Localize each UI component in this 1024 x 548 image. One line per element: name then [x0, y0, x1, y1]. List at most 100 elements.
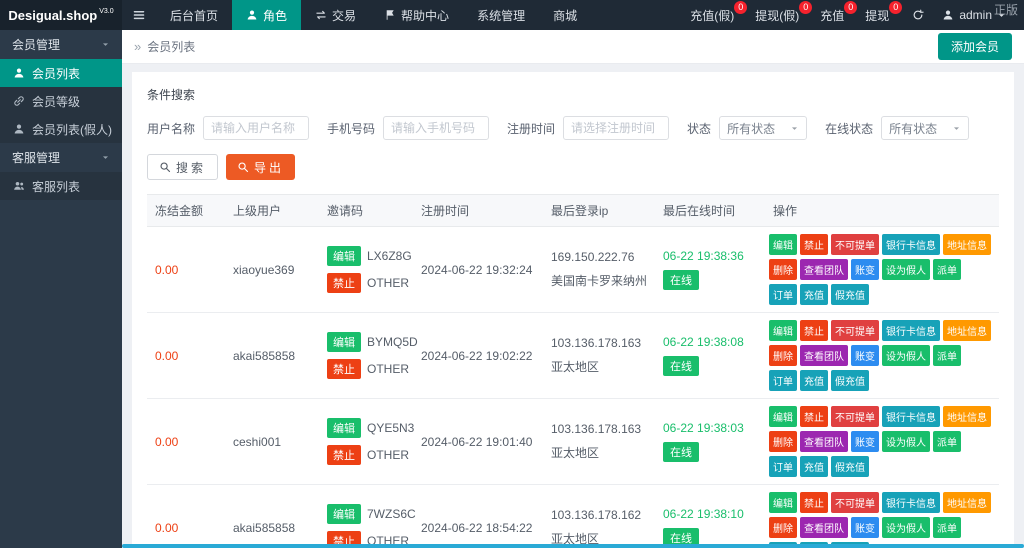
sidebar-item-service-list[interactable]: 客服列表 — [0, 172, 122, 200]
action-view-team-button[interactable]: 查看团队 — [800, 517, 848, 538]
action-orders-button[interactable]: 订单 — [769, 370, 797, 391]
filter-phone: 手机号码 — [327, 116, 489, 140]
invite-edit-button[interactable]: 编辑 — [327, 246, 361, 266]
nav-item-help[interactable]: 帮助中心 — [370, 0, 463, 30]
action-view-team-button[interactable]: 查看团队 — [800, 259, 848, 280]
frozen-amount-cell: 0.00 — [147, 227, 225, 313]
nav-pill-withdraw-fake[interactable]: 提现(假)0 — [747, 0, 812, 30]
action-set-fake-button[interactable]: 设为假人 — [882, 517, 930, 538]
search-button[interactable]: 搜索 — [147, 154, 218, 180]
register-time-cell: 2024-06-22 19:01:40 — [413, 399, 543, 485]
action-balance-change-button[interactable]: 账变 — [851, 345, 879, 366]
action-fake-recharge-button[interactable]: 假充值 — [831, 284, 869, 305]
invite-ban-button[interactable]: 禁止 — [327, 273, 361, 293]
invite-edit-button[interactable]: 编辑 — [327, 504, 361, 524]
action-no-pick-button[interactable]: 不可提单 — [831, 234, 879, 255]
action-recharge-button[interactable]: 充值 — [800, 284, 828, 305]
action-ban-button[interactable]: 禁止 — [800, 320, 828, 341]
notification-badge: 0 — [889, 1, 902, 14]
action-address-info-button[interactable]: 地址信息 — [943, 320, 991, 341]
action-recharge-button[interactable]: 充值 — [800, 456, 828, 477]
sidebar-section-member-management[interactable]: 会员管理 — [0, 30, 122, 59]
last-online-cell: 06-22 19:38:10在线 — [655, 485, 765, 548]
username-input[interactable] — [203, 116, 309, 140]
action-no-pick-button[interactable]: 不可提单 — [831, 320, 879, 341]
nav-item-home[interactable]: 后台首页 — [156, 0, 232, 30]
action-delete-button[interactable]: 删除 — [769, 517, 797, 538]
action-balance-change-button[interactable]: 账变 — [851, 259, 879, 280]
frozen-amount: 0.00 — [155, 435, 178, 449]
sidebar-item-member-list-fake[interactable]: 会员列表(假人) — [0, 115, 122, 143]
action-recharge-button[interactable]: 充值 — [800, 370, 828, 391]
sidebar-section-service-management[interactable]: 客服管理 — [0, 143, 122, 172]
action-delete-button[interactable]: 删除 — [769, 431, 797, 452]
breadcrumb-current[interactable]: 会员列表 — [147, 38, 195, 55]
action-set-fake-button[interactable]: 设为假人 — [882, 345, 930, 366]
export-button[interactable]: 导出 — [226, 154, 295, 180]
action-edit-button[interactable]: 编辑 — [769, 234, 797, 255]
action-fake-recharge-button[interactable]: 假充值 — [831, 456, 869, 477]
action-bank-info-button[interactable]: 银行卡信息 — [882, 492, 940, 513]
invite-edit-button[interactable]: 编辑 — [327, 418, 361, 438]
action-fake-recharge-button[interactable]: 假充值 — [831, 370, 869, 391]
add-member-button[interactable]: 添加会员 — [938, 33, 1012, 60]
action-delete-button[interactable]: 删除 — [769, 259, 797, 280]
nav-pill-recharge[interactable]: 充值0 — [812, 0, 857, 30]
sidebar-item-member-level[interactable]: 会员等级 — [0, 87, 122, 115]
nav-pill-recharge-fake[interactable]: 充值(假)0 — [682, 0, 747, 30]
action-bank-info-button[interactable]: 银行卡信息 — [882, 406, 940, 427]
action-set-fake-button[interactable]: 设为假人 — [882, 431, 930, 452]
invite-ban-button[interactable]: 禁止 — [327, 445, 361, 465]
nav-item-mall[interactable]: 商城 — [539, 0, 591, 30]
search-icon — [159, 161, 171, 173]
online-status-select[interactable]: 所有状态 — [881, 116, 969, 140]
action-dispatch-button[interactable]: 派单 — [933, 345, 961, 366]
action-address-info-button[interactable]: 地址信息 — [943, 492, 991, 513]
status-select[interactable]: 所有状态 — [719, 116, 807, 140]
action-view-team-button[interactable]: 查看团队 — [800, 431, 848, 452]
action-address-info-button[interactable]: 地址信息 — [943, 406, 991, 427]
action-delete-button[interactable]: 删除 — [769, 345, 797, 366]
invite-ban-button[interactable]: 禁止 — [327, 359, 361, 379]
nav-pill-withdraw[interactable]: 提现0 — [857, 0, 902, 30]
regtime-input[interactable] — [563, 116, 669, 140]
invite-line: 编辑7WZS6C — [327, 504, 405, 524]
action-no-pick-button[interactable]: 不可提单 — [831, 406, 879, 427]
action-ban-button[interactable]: 禁止 — [800, 234, 828, 255]
action-balance-change-button[interactable]: 账变 — [851, 431, 879, 452]
nav-item-trade[interactable]: 交易 — [301, 0, 370, 30]
nav-item-role[interactable]: 角色 — [232, 0, 301, 30]
action-orders-button[interactable]: 订单 — [769, 284, 797, 305]
action-address-info-button[interactable]: 地址信息 — [943, 234, 991, 255]
invite-edit-button[interactable]: 编辑 — [327, 332, 361, 352]
sidebar-toggle-button[interactable] — [122, 0, 156, 30]
action-edit-button[interactable]: 编辑 — [769, 492, 797, 513]
sidebar-item-label: 客服列表 — [32, 178, 80, 195]
chevron-down-icon — [101, 153, 110, 162]
phone-input[interactable] — [383, 116, 489, 140]
action-balance-change-button[interactable]: 账变 — [851, 517, 879, 538]
action-dispatch-button[interactable]: 派单 — [933, 431, 961, 452]
action-dispatch-button[interactable]: 派单 — [933, 259, 961, 280]
sidebar-item-member-list[interactable]: 会员列表 — [0, 59, 122, 87]
last-online-time: 06-22 19:38:03 — [663, 421, 757, 435]
action-view-team-button[interactable]: 查看团队 — [800, 345, 848, 366]
brand-logo[interactable]: Desigual.shopV3.0 — [0, 0, 122, 30]
app: Desigual.shopV3.0 后台首页角色交易帮助中心系统管理商城 充值(… — [0, 0, 1024, 548]
nav-item-system[interactable]: 系统管理 — [463, 0, 539, 30]
main-content: » 会员列表 添加会员 条件搜索 用户名称手机号码注册时间状态所有状态在线状态所… — [122, 30, 1024, 548]
action-set-fake-button[interactable]: 设为假人 — [882, 259, 930, 280]
action-edit-button[interactable]: 编辑 — [769, 406, 797, 427]
refresh-button[interactable] — [902, 9, 934, 21]
action-bank-info-button[interactable]: 银行卡信息 — [882, 234, 940, 255]
action-no-pick-button[interactable]: 不可提单 — [831, 492, 879, 513]
horizontal-scrollbar[interactable] — [122, 544, 1024, 548]
action-orders-button[interactable]: 订单 — [769, 456, 797, 477]
action-ban-button[interactable]: 禁止 — [800, 492, 828, 513]
action-edit-button[interactable]: 编辑 — [769, 320, 797, 341]
breadcrumb-chevron: » — [134, 39, 141, 54]
action-dispatch-button[interactable]: 派单 — [933, 517, 961, 538]
action-ban-button[interactable]: 禁止 — [800, 406, 828, 427]
action-bank-info-button[interactable]: 银行卡信息 — [882, 320, 940, 341]
login-ip: 103.136.178.163 — [551, 422, 647, 436]
